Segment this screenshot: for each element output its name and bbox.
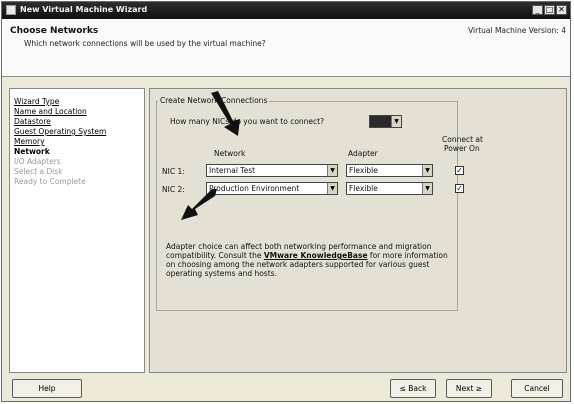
knowledgebase-link[interactable]: VMware KnowledgeBase: [264, 251, 368, 260]
wizard-window: New Virtual Machine Wizard _ □ ✕ Choose …: [1, 1, 571, 402]
nic1-label: NIC 1:: [162, 167, 185, 176]
network-settings-panel: Create Network Connections How many NICs…: [149, 88, 567, 373]
title-bar[interactable]: New Virtual Machine Wizard _ □ ✕: [2, 2, 570, 19]
page-title: Choose Networks: [10, 26, 99, 36]
step-select-disk: Select a Disk: [14, 167, 63, 176]
column-adapter: Adapter: [348, 149, 378, 158]
adapter-info-text: Adapter choice can affect both networkin…: [166, 242, 458, 278]
help-button[interactable]: Help: [12, 379, 82, 398]
step-ready-to-complete: Ready to Complete: [14, 177, 86, 186]
nic1-network-select[interactable]: Internal Test ▼: [206, 164, 338, 177]
nic1-connect-checkbox[interactable]: ✓: [455, 166, 464, 175]
wizard-steps-panel: Wizard Type Name and Location Datastore …: [9, 88, 145, 373]
window-title: New Virtual Machine Wizard: [20, 5, 148, 14]
step-network: Network: [14, 147, 50, 156]
step-io-adapters: I/O Adapters: [14, 157, 61, 166]
nic2-adapter-select[interactable]: Flexible ▼: [346, 182, 433, 195]
vm-version-label: Virtual Machine Version: 4: [468, 26, 566, 35]
nic1-network-value: Internal Test: [209, 166, 256, 175]
nic-count-question: How many NICs do you want to connect?: [170, 117, 325, 126]
column-connect-line1: Connect at: [442, 135, 483, 144]
annotation-arrow-icon: [211, 91, 240, 136]
chevron-down-icon: ▼: [327, 165, 337, 176]
nic1-adapter-value: Flexible: [349, 166, 378, 175]
step-memory[interactable]: Memory: [14, 137, 45, 146]
vm-app-icon: [6, 5, 16, 15]
nic-count-select[interactable]: ▼: [369, 115, 402, 128]
maximize-button[interactable]: □: [544, 5, 555, 15]
cancel-button[interactable]: Cancel: [511, 379, 563, 398]
nic1-adapter-select[interactable]: Flexible ▼: [346, 164, 433, 177]
step-name-and-location[interactable]: Name and Location: [14, 107, 87, 116]
chevron-down-icon: ▼: [422, 183, 432, 194]
back-button[interactable]: ≤ Back: [390, 379, 436, 398]
close-button[interactable]: ✕: [556, 5, 567, 15]
step-wizard-type[interactable]: Wizard Type: [14, 97, 59, 106]
nic2-adapter-value: Flexible: [349, 184, 378, 193]
next-button[interactable]: Next ≥: [446, 379, 492, 398]
column-connect-line2: Power On: [444, 144, 480, 153]
annotation-arrow-icon: [181, 189, 217, 220]
step-datastore[interactable]: Datastore: [14, 117, 51, 126]
chevron-down-icon: ▼: [391, 116, 401, 127]
chevron-down-icon: ▼: [327, 183, 337, 194]
nic2-network-select[interactable]: Production Environment ▼: [206, 182, 338, 195]
minimize-button[interactable]: _: [532, 5, 543, 15]
step-guest-os[interactable]: Guest Operating System: [14, 127, 106, 136]
chevron-down-icon: ▼: [422, 165, 432, 176]
wizard-header: Choose Networks Which network connection…: [2, 19, 570, 77]
column-network: Network: [214, 149, 246, 158]
nic2-network-value: Production Environment: [209, 184, 300, 193]
nic2-connect-checkbox[interactable]: ✓: [455, 184, 464, 193]
page-subtitle: Which network connections will be used b…: [24, 39, 266, 48]
